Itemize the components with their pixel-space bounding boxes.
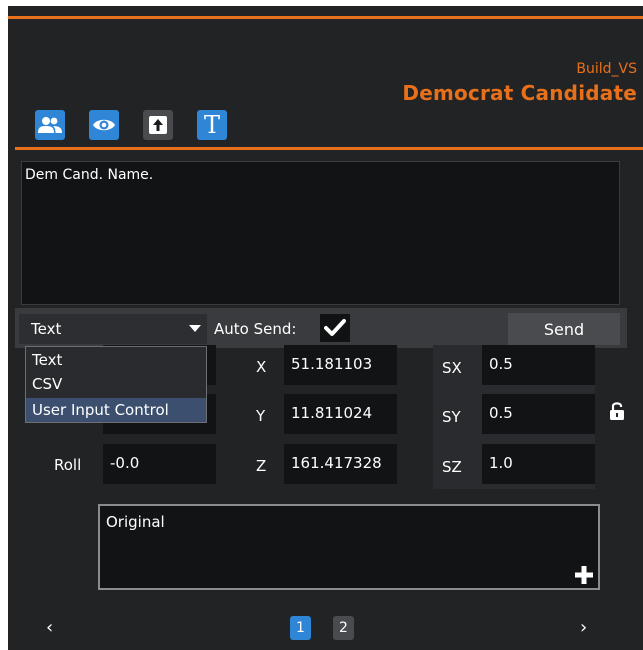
- dropdown-option-text[interactable]: Text: [26, 348, 206, 372]
- scale-lock-toggle[interactable]: [609, 401, 625, 425]
- dropdown-option-user-input-control[interactable]: User Input Control: [26, 398, 206, 422]
- roll-label: Roll: [54, 456, 82, 474]
- prev-page-button[interactable]: ‹: [46, 617, 53, 638]
- type-dropdown-menu: Text CSV User Input Control: [25, 346, 207, 423]
- z-field[interactable]: 161.417328: [284, 444, 397, 484]
- sy-field[interactable]: 0.5: [482, 394, 595, 434]
- top-accent-line: [8, 16, 643, 19]
- build-label: Build_VS: [576, 61, 637, 77]
- y-value: 11.811024: [291, 404, 373, 422]
- sz-field[interactable]: 1.0: [482, 444, 595, 484]
- roll-value: -0.0: [110, 454, 140, 472]
- text-button[interactable]: T: [197, 110, 227, 140]
- x-value: 51.181103: [291, 355, 373, 373]
- type-select[interactable]: Text: [19, 314, 207, 344]
- sy-label: SY: [442, 408, 461, 426]
- x-field[interactable]: 51.181103: [284, 345, 397, 385]
- users-icon: [38, 117, 62, 133]
- users-button[interactable]: [35, 110, 65, 140]
- sx-field[interactable]: 0.5: [482, 345, 595, 385]
- next-page-button[interactable]: ›: [580, 617, 587, 638]
- type-select-value: Text: [31, 320, 62, 338]
- y-label: Y: [256, 407, 266, 425]
- sz-label: SZ: [442, 458, 462, 476]
- sy-value: 0.5: [489, 404, 513, 422]
- page-1-button[interactable]: 1: [290, 616, 311, 640]
- sx-value: 0.5: [489, 355, 513, 373]
- x-label: X: [256, 358, 267, 376]
- page-2-button[interactable]: 2: [333, 616, 354, 640]
- panel-title: Democrat Candidate: [402, 81, 637, 105]
- send-button[interactable]: Send: [508, 313, 620, 345]
- eye-icon: [93, 119, 115, 131]
- original-field[interactable]: Original: [98, 504, 600, 590]
- auto-send-checkbox[interactable]: [320, 314, 350, 342]
- checkmark-icon: [324, 319, 346, 336]
- text-value-editor[interactable]: Dem Cand. Name.: [21, 161, 620, 305]
- dropdown-option-csv[interactable]: CSV: [26, 372, 206, 396]
- plus-icon: [575, 566, 593, 584]
- original-value: Original: [106, 513, 165, 531]
- chevron-down-icon: [189, 325, 201, 332]
- sz-value: 1.0: [489, 454, 513, 472]
- auto-send-label: Auto Send:: [214, 320, 297, 338]
- text-value: Dem Cand. Name.: [25, 167, 154, 183]
- y-field[interactable]: 11.811024: [284, 394, 397, 434]
- sx-label: SX: [442, 359, 462, 377]
- z-value: 161.417328: [291, 454, 382, 472]
- add-button[interactable]: [574, 565, 594, 589]
- section-separator: [15, 147, 643, 150]
- upload-button[interactable]: [143, 110, 173, 140]
- z-label: Z: [256, 457, 267, 475]
- roll-field[interactable]: -0.0: [103, 444, 216, 484]
- visibility-button[interactable]: [89, 110, 119, 140]
- upload-arrow-icon: [149, 116, 167, 134]
- unlock-icon: [610, 402, 624, 420]
- text-icon: T: [203, 111, 220, 139]
